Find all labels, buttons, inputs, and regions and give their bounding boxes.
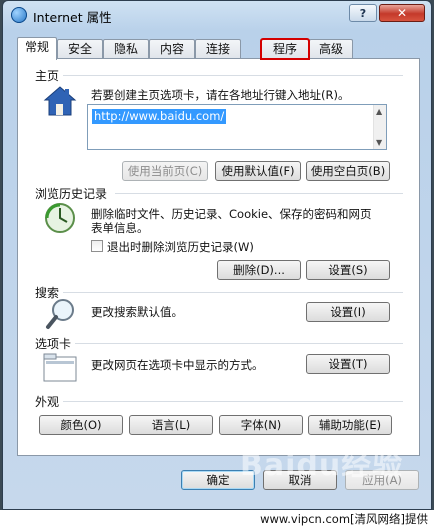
- tab-general[interactable]: 常规: [17, 37, 57, 60]
- baidu-watermark: Baidu经验: [240, 448, 404, 483]
- scroll-up-icon[interactable]: ▲: [376, 107, 382, 116]
- home-group-title: 主页: [35, 69, 60, 83]
- home-description: 若要创建主页选项卡，请在各地址行键入地址(R)。: [91, 88, 350, 102]
- history-group-title: 浏览历史记录: [35, 187, 108, 201]
- credit-bar: www.vipcn.com[清风网络]提供: [0, 510, 434, 527]
- history-description-line2: 表单信息。: [91, 221, 149, 235]
- address-scrollbar[interactable]: ▲ ▼: [373, 105, 386, 149]
- tab-content[interactable]: 内容: [149, 39, 195, 59]
- home-page-address-field[interactable]: http://www.baidu.com/ ▲ ▼: [87, 104, 387, 150]
- search-description: 更改搜索默认值。: [91, 305, 183, 319]
- history-divider: [115, 193, 403, 194]
- use-default-button[interactable]: 使用默认值(F): [215, 161, 301, 181]
- tab-advanced[interactable]: 高级: [309, 39, 353, 59]
- delete-on-exit-checkbox[interactable]: [91, 240, 103, 252]
- colors-button[interactable]: 颜色(O): [39, 415, 123, 435]
- help-button[interactable]: ?: [349, 4, 377, 22]
- house-icon: [43, 86, 77, 116]
- tab-connections[interactable]: 连接: [195, 39, 241, 59]
- history-clock-icon: [45, 203, 75, 233]
- history-settings-button[interactable]: 设置(S): [306, 260, 390, 280]
- accessibility-button[interactable]: 辅助功能(E): [308, 415, 392, 435]
- magnifier-icon: [46, 299, 74, 329]
- fonts-button[interactable]: 字体(N): [219, 415, 303, 435]
- scroll-down-icon[interactable]: ▼: [376, 138, 382, 147]
- search-settings-button[interactable]: 设置(I): [306, 302, 390, 322]
- close-button[interactable]: ✕: [379, 4, 425, 22]
- appearance-divider: [63, 401, 403, 402]
- internet-options-window: Internet 属性 ? ✕ 常规 安全 隐私 内容 连接 程序 高级 主页 …: [2, 0, 432, 510]
- window-title: Internet 属性: [33, 10, 112, 25]
- tabs-divider: [75, 343, 403, 344]
- tab-privacy[interactable]: 隐私: [103, 39, 149, 59]
- delete-on-exit-label: 退出时删除浏览历史记录(W): [107, 240, 254, 254]
- use-blank-button[interactable]: 使用空白页(B): [306, 161, 390, 181]
- languages-button[interactable]: 语言(L): [129, 415, 213, 435]
- tabbed-window-icon: [43, 353, 77, 382]
- home-divider: [63, 75, 403, 76]
- title-bar[interactable]: Internet 属性 ? ✕: [3, 1, 431, 29]
- home-page-url: http://www.baidu.com/: [92, 109, 227, 124]
- tabs-settings-button[interactable]: 设置(T): [306, 354, 390, 374]
- tab-programs[interactable]: 程序: [260, 38, 310, 60]
- use-current-button[interactable]: 使用当前页(C): [122, 161, 208, 181]
- credit-text: www.vipcn.com[清风网络]提供: [260, 512, 428, 526]
- search-divider: [63, 292, 403, 293]
- delete-history-button[interactable]: 删除(D)...: [217, 260, 301, 280]
- tabs-group-title: 选项卡: [35, 337, 72, 351]
- appearance-group-title: 外观: [35, 395, 60, 409]
- internet-explorer-icon: [11, 7, 27, 23]
- tab-security[interactable]: 安全: [57, 39, 103, 59]
- tabs-description: 更改网页在选项卡中显示的方式。: [91, 358, 264, 372]
